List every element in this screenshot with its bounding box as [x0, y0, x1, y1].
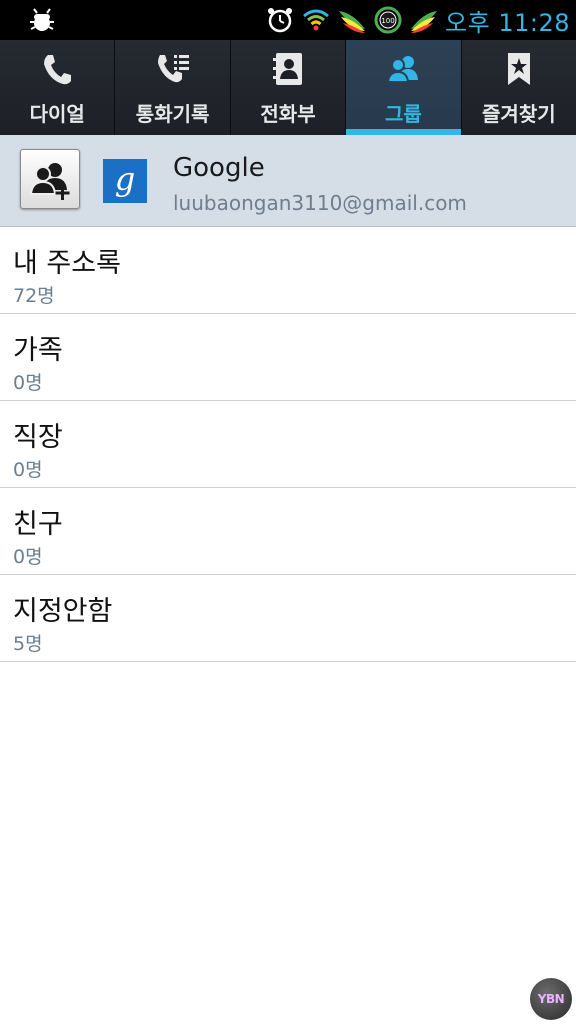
list-item[interactable]: 직장 0명: [0, 401, 576, 488]
list-item[interactable]: 지정안함 5명: [0, 575, 576, 662]
group-count: 0명: [13, 546, 43, 568]
svg-text:100: 100: [381, 17, 394, 25]
google-logo-letter: g: [114, 160, 136, 198]
account-email: luubaongan3110@gmail.com: [173, 191, 467, 215]
contacts-book-icon: [273, 53, 303, 85]
tab-label: 전화부: [260, 102, 316, 126]
tab-favorites[interactable]: 즐겨찾기: [461, 40, 576, 135]
bookmark-star-icon: [507, 53, 530, 85]
tab-bar: 다이얼 통화기록 전화부 그룹 즐겨찾기: [0, 40, 576, 135]
add-group-icon: [29, 163, 70, 200]
status-time: 오후 11:28: [445, 8, 570, 37]
group-count: 0명: [13, 372, 43, 394]
tab-groups[interactable]: 그룹: [346, 40, 462, 135]
tab-label: 다이얼: [29, 102, 85, 126]
battery-circle-icon: 100: [374, 6, 402, 34]
group-title: 내 주소록: [13, 248, 121, 279]
group-title: 가족: [13, 335, 63, 366]
tab-label: 즐겨찾기: [482, 102, 556, 126]
watermark-text: YBN: [537, 992, 565, 1006]
tab-label: 통화기록: [135, 102, 210, 126]
phone-icon: [44, 55, 72, 85]
group-count: 5명: [13, 633, 43, 655]
tab-call-log[interactable]: 통화기록: [115, 40, 231, 135]
group-title: 직장: [13, 422, 63, 453]
account-header: g Google luubaongan3110@gmail.com: [0, 135, 576, 227]
group-icon: [387, 56, 419, 83]
group-title: 지정안함: [13, 596, 113, 627]
list-item[interactable]: 가족 0명: [0, 314, 576, 401]
tab-label: 그룹: [385, 102, 422, 126]
watermark-logo: YBN: [530, 978, 572, 1020]
app-wing-icon: [339, 11, 366, 33]
list-item[interactable]: 내 주소록 72명: [0, 227, 576, 314]
add-group-button[interactable]: [20, 149, 80, 209]
google-logo-icon: g: [103, 159, 147, 203]
debug-icon: [30, 8, 54, 31]
group-list: 내 주소록 72명 가족 0명 직장 0명 친구 0명 지정안함 5명: [0, 227, 576, 662]
group-title: 친구: [13, 509, 63, 540]
group-count: 0명: [13, 459, 43, 481]
list-item[interactable]: 친구 0명: [0, 488, 576, 575]
account-name: Google: [173, 153, 265, 183]
tab-dialer[interactable]: 다이얼: [0, 40, 116, 135]
call-log-icon: [157, 55, 189, 83]
tab-contacts[interactable]: 전화부: [230, 40, 347, 135]
wifi-icon: [303, 9, 330, 31]
app-wing-icon-2: [411, 11, 438, 33]
status-bar: 100 오후 11:28: [0, 0, 576, 40]
group-count: 72명: [13, 285, 55, 307]
alarm-icon: [268, 8, 293, 33]
